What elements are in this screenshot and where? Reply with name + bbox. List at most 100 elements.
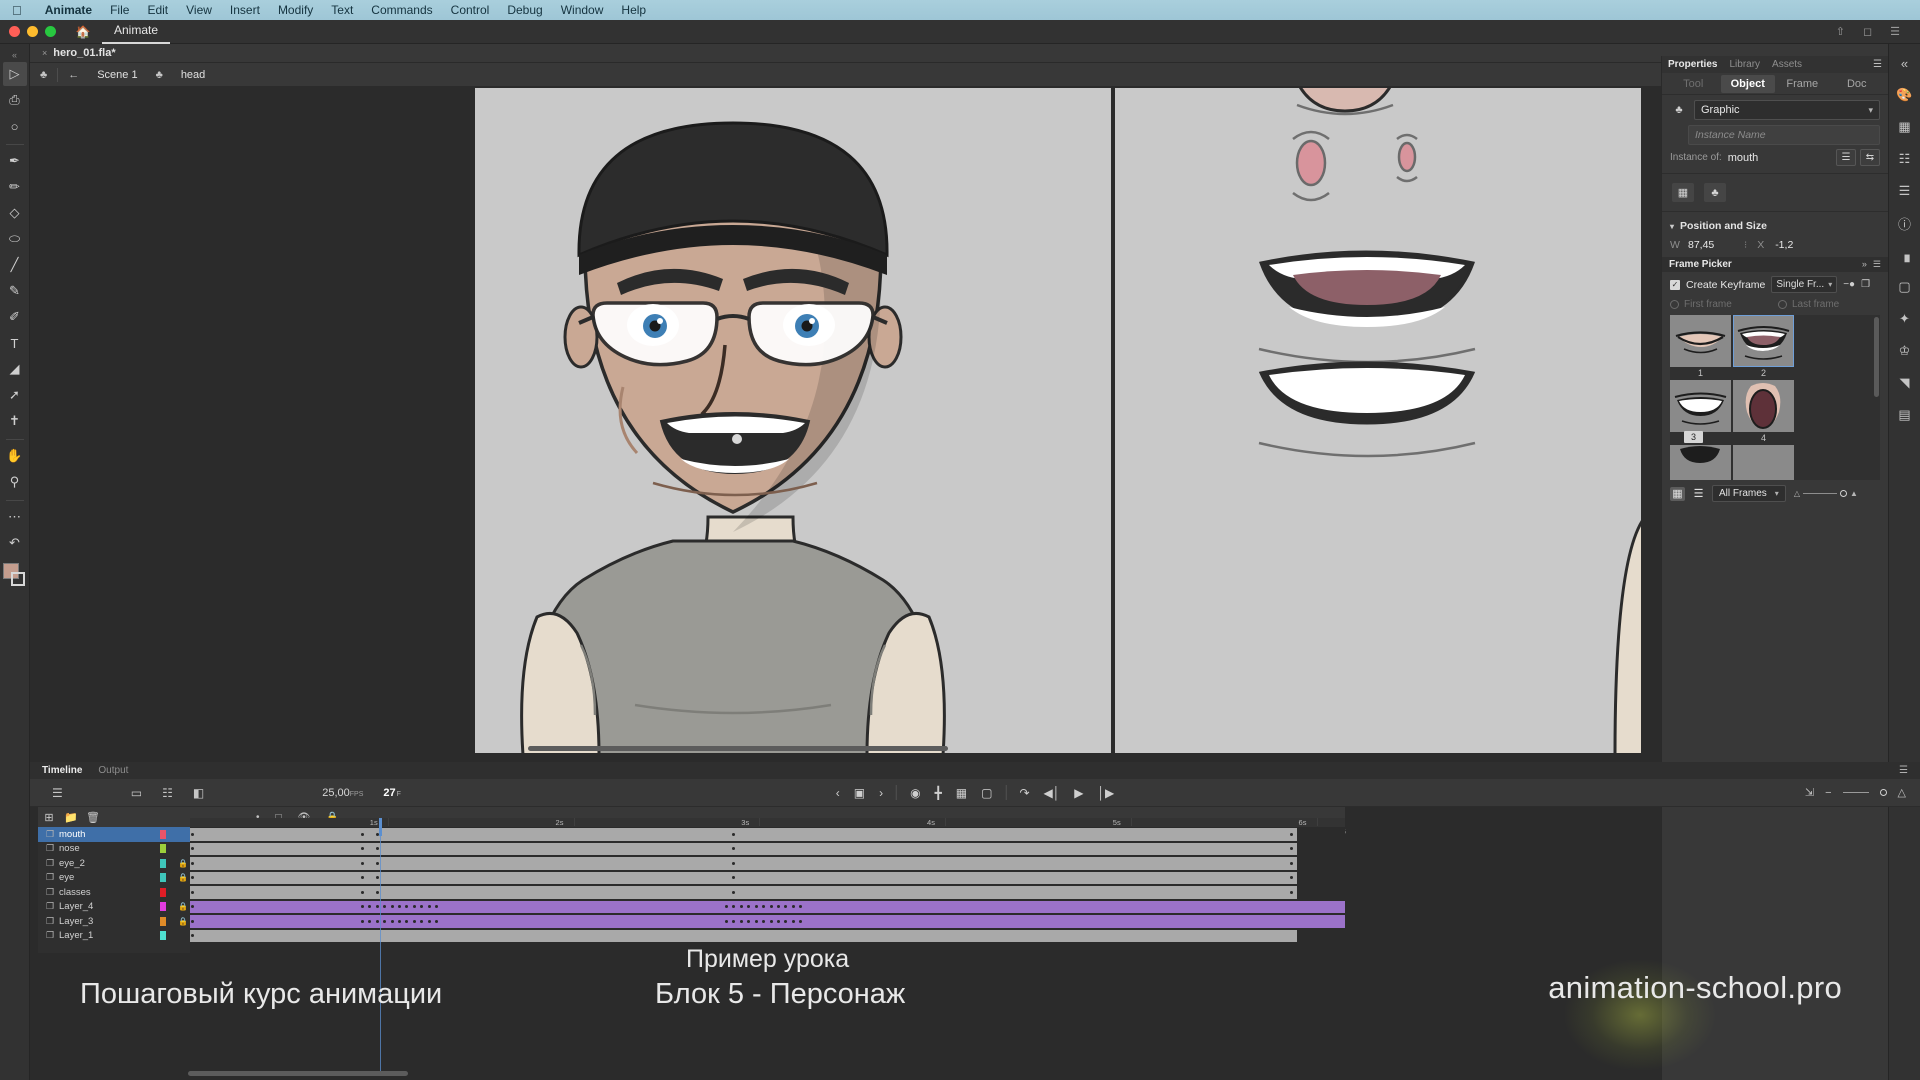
frame-row[interactable]	[190, 929, 1345, 944]
keyframe-marker[interactable]	[360, 905, 364, 908]
new-folder-icon[interactable]: 📁	[60, 811, 82, 824]
keyframe-marker[interactable]	[791, 919, 795, 923]
breadcrumb-scene[interactable]: Scene 1	[89, 69, 145, 81]
layer-color-chip[interactable]	[160, 858, 166, 868]
keyframe-marker[interactable]	[1289, 861, 1293, 865]
create-keyframe-checkbox[interactable]: ✓	[1670, 279, 1680, 290]
text-tool[interactable]: T	[3, 331, 27, 355]
keyframe-marker[interactable]	[747, 919, 751, 923]
insert-keyframe-icon[interactable]: ▣	[854, 786, 865, 800]
current-frame-field[interactable]: 27 F	[383, 787, 401, 799]
menu-animate[interactable]: Animate	[36, 3, 101, 17]
frame-row[interactable]	[190, 856, 1345, 871]
keyframe-marker[interactable]	[360, 890, 364, 894]
expand-icon[interactable]: »	[1862, 259, 1867, 270]
edit-scene-icon[interactable]: ♣	[30, 69, 57, 81]
subtab-frame[interactable]: Frame	[1775, 75, 1830, 93]
frame-span[interactable]	[190, 828, 1297, 841]
swap-symbol-icon[interactable]: ⇆	[1860, 149, 1880, 166]
frame-row[interactable]	[190, 914, 1345, 929]
keyframe-marker[interactable]	[1289, 890, 1293, 894]
delete-layer-icon[interactable]: 🗑	[82, 811, 104, 824]
last-frame-radio[interactable]: Last frame	[1778, 299, 1880, 310]
stage-canvas-left[interactable]	[475, 88, 1111, 753]
layer-row[interactable]: ❐ Layer_1	[38, 929, 190, 944]
frame-row[interactable]	[190, 900, 1345, 915]
line-tool[interactable]: ╱	[3, 253, 27, 277]
layer-row[interactable]: ❐ Layer_3 🔒	[38, 914, 190, 929]
menu-debug[interactable]: Debug	[498, 3, 551, 17]
keyframe-marker[interactable]	[754, 905, 758, 908]
subtab-object[interactable]: Object	[1720, 74, 1775, 93]
share-icon[interactable]: ⇧	[1836, 25, 1845, 38]
graph-panel-icon[interactable]: ◥	[1893, 370, 1917, 396]
maximize-window-button[interactable]	[45, 26, 56, 37]
tab-library[interactable]: Library	[1729, 59, 1760, 70]
frame-thumbnail[interactable]	[1733, 445, 1794, 480]
keyframe-marker[interactable]	[191, 934, 194, 937]
keyframe-marker[interactable]	[1289, 876, 1293, 879]
layer-color-chip[interactable]	[160, 829, 166, 839]
tab-animate[interactable]: Animate	[102, 19, 171, 44]
frame-thumbnail[interactable]	[1670, 380, 1731, 432]
keyframe-marker[interactable]	[390, 919, 394, 923]
layer-row[interactable]: ❐ eye_2 🔒	[38, 856, 190, 871]
timeline-horizontal-scrollbar[interactable]	[188, 1071, 408, 1076]
close-document-icon[interactable]: ×	[42, 48, 47, 58]
info-panel-icon[interactable]: ⓘ	[1893, 210, 1917, 236]
frame-picker-grid[interactable]: 1 2 3 4	[1670, 315, 1880, 480]
swatches-panel-icon[interactable]: ▦	[1893, 114, 1917, 140]
keyframe-marker[interactable]	[191, 919, 194, 923]
keyframe-marker[interactable]	[427, 905, 431, 908]
onion-skin-icon[interactable]: ◉	[910, 786, 920, 800]
tab-output[interactable]: Output	[98, 765, 128, 776]
frame-thumbnail[interactable]	[1733, 380, 1794, 432]
keyframe-marker[interactable]	[776, 905, 780, 908]
frame-filter-select[interactable]: All Frames ▾	[1712, 485, 1786, 502]
keyframe-marker[interactable]	[427, 919, 431, 923]
brushes-panel-icon[interactable]: ♔	[1893, 338, 1917, 364]
stroke-color-swatch[interactable]	[10, 572, 25, 586]
document-name[interactable]: hero_01.fla*	[53, 47, 115, 59]
frame-picker-menu-icon[interactable]: ☰	[1873, 259, 1881, 270]
keyframe-marker[interactable]	[762, 919, 766, 923]
loop-playback-icon[interactable]: −●	[1843, 279, 1855, 290]
x-value[interactable]: -1,2	[1775, 239, 1821, 251]
timeline-panel-menu-icon[interactable]: ☰	[1899, 765, 1908, 776]
layer-color-chip[interactable]	[160, 873, 166, 883]
keyframe-marker[interactable]	[754, 919, 758, 923]
layers-list[interactable]: ❐ mouth ❐ nose ❐ eye_2 🔒 ❐ eye 🔒 ❐ classes ❐ Layer_4 🔒…	[38, 827, 190, 953]
stage-canvas-right[interactable]	[1115, 88, 1641, 753]
menu-help[interactable]: Help	[612, 3, 655, 17]
apple-logo-icon[interactable]: 	[12, 3, 22, 18]
keyframe-marker[interactable]	[375, 861, 379, 865]
frame-row[interactable]	[190, 827, 1345, 842]
onion-skin-outline-icon[interactable]: ╋	[935, 786, 942, 800]
add-layer-icon[interactable]: ⊞	[38, 811, 60, 824]
slider-knob[interactable]	[1839, 490, 1847, 497]
keyframe-marker[interactable]	[360, 919, 364, 923]
color-swatches[interactable]	[2, 563, 27, 589]
pencil-tool[interactable]: ✎	[3, 279, 27, 303]
keyframe-marker[interactable]	[191, 905, 194, 908]
timeline-zoom-track[interactable]	[1842, 792, 1869, 793]
collapse-tools-icon[interactable]: «	[12, 50, 17, 60]
keyframe-marker[interactable]	[739, 919, 743, 923]
keyframe-marker[interactable]	[724, 905, 728, 908]
test-movie-icon[interactable]: ◻	[1863, 25, 1872, 38]
effects-panel-icon[interactable]: ✦	[1893, 306, 1917, 332]
menu-window[interactable]: Window	[552, 3, 613, 17]
bone-tool[interactable]: ✝	[3, 409, 27, 433]
stage-canvas[interactable]	[38, 88, 1641, 753]
selection-tool[interactable]: ▷	[2, 62, 27, 86]
layer-lock-icon[interactable]: 🔒	[176, 873, 190, 882]
layer-row[interactable]: ❐ nose	[38, 842, 190, 857]
keyframe-marker[interactable]	[368, 919, 372, 923]
menu-view[interactable]: View	[177, 3, 221, 17]
keyframe-marker[interactable]	[390, 905, 394, 908]
frame-thumbnail-selected[interactable]	[1733, 315, 1794, 367]
keyframe-marker[interactable]	[769, 919, 773, 923]
hand-tool[interactable]: ✋	[3, 444, 27, 468]
frame-span[interactable]	[190, 857, 1297, 870]
keyframe-marker[interactable]	[375, 905, 379, 908]
